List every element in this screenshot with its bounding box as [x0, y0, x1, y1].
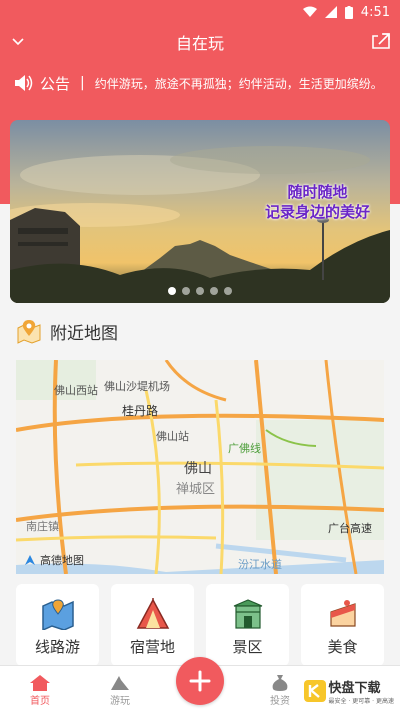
- status-bar: 4:51: [0, 0, 400, 24]
- share-icon[interactable]: [370, 31, 392, 53]
- map-pin-icon: [17, 320, 41, 344]
- carousel-dot[interactable]: [224, 287, 232, 295]
- gate-icon: [233, 599, 262, 629]
- map-label-chancheng: 禅城区: [176, 482, 216, 497]
- nav-label: 首页: [30, 696, 50, 707]
- banner-carousel[interactable]: 随时随地 记录身边的美好: [10, 120, 390, 303]
- announcement-bar[interactable]: 公告 | 约伴游玩，旅途不再孤独；约伴活动，生活更加缤纷。: [14, 70, 400, 96]
- category-label: 美食: [327, 638, 358, 656]
- category-label: 线路游: [34, 638, 80, 656]
- nearby-map-title: 附近地图: [50, 323, 118, 344]
- category-label: 景区: [232, 638, 263, 656]
- nav-play[interactable]: 游玩: [80, 666, 160, 711]
- carousel-indicators: [10, 287, 390, 295]
- cake-icon: [329, 600, 356, 627]
- watermark-text: 快盘下载: [328, 681, 381, 696]
- carousel-dot[interactable]: [210, 287, 218, 295]
- carousel-dot[interactable]: [196, 287, 204, 295]
- watermark-subtext: 最安全 · 更可靠 · 更高速: [328, 698, 394, 705]
- map-provider-logo: 高德地图: [24, 552, 84, 568]
- nav-home[interactable]: 首页: [0, 666, 80, 711]
- play-icon: [111, 676, 129, 690]
- battery-icon: [344, 5, 353, 19]
- category-scenic[interactable]: 景区: [206, 584, 289, 666]
- home-icon: [30, 675, 50, 691]
- nav-label: 游玩: [110, 696, 130, 707]
- map-logo-text: 高德地图: [40, 554, 84, 567]
- amap-logo-icon: [25, 555, 35, 565]
- header-bar: 自在玩: [0, 24, 400, 60]
- map-label-fs-station: 佛山站: [156, 430, 189, 443]
- chevron-down-icon[interactable]: [8, 32, 28, 52]
- banner-caption-line1: 随时随地: [287, 183, 348, 201]
- route-map-icon: [41, 599, 74, 630]
- page-title: 自在玩: [175, 34, 224, 53]
- map-label-foshan: 佛山: [184, 461, 212, 477]
- announcement-text: 约伴游玩，旅途不再孤独；约伴活动，生活更加缤纷。: [94, 76, 383, 91]
- carousel-dot[interactable]: [168, 287, 176, 295]
- watermark-logo-icon: [303, 680, 326, 702]
- wifi-icon: [302, 6, 317, 17]
- announcement-separator: |: [80, 75, 85, 91]
- map-label-guidan-road: 桂丹路: [122, 404, 159, 418]
- status-time: 4:51: [360, 4, 390, 20]
- category-camp[interactable]: 宿营地: [111, 584, 194, 666]
- speaker-icon: [15, 75, 33, 91]
- map-label-fenjiang: 汾江水道: [238, 558, 282, 571]
- nearby-map[interactable]: 佛山西站 佛山沙堤机场 桂丹路 佛山站 广佛线 佛山 禅城区 南庄镇 广台高速 …: [16, 360, 384, 574]
- map-label-guangtai: 广台高速: [328, 522, 372, 535]
- signal-icon: [324, 6, 337, 18]
- tent-icon: [136, 598, 169, 629]
- map-label-guangfo: 广佛线: [228, 442, 261, 455]
- banner-caption: 随时随地 记录身边的美好: [265, 182, 370, 222]
- category-food[interactable]: 美食: [301, 584, 384, 666]
- watermark: 快盘下载 最安全 · 更可靠 · 更高速: [303, 677, 394, 705]
- add-button[interactable]: [176, 657, 224, 705]
- banner-caption-line2: 记录身边的美好: [264, 203, 370, 221]
- map-label-fs-west: 佛山西站: [54, 384, 98, 397]
- money-bag-icon: [272, 675, 288, 691]
- announcement-label: 公告: [40, 74, 71, 93]
- category-route[interactable]: 线路游: [16, 584, 99, 666]
- category-grid: 线路游 宿营地 景区 美食: [16, 584, 384, 666]
- map-label-airport: 佛山沙堤机场: [104, 380, 170, 393]
- map-label-nanzhuang: 南庄镇: [26, 520, 59, 533]
- nav-label: 投资: [270, 696, 290, 707]
- plus-icon: [189, 670, 211, 692]
- nearby-map-header: 附近地图: [16, 316, 118, 346]
- category-label: 宿营地: [129, 638, 175, 656]
- carousel-dot[interactable]: [182, 287, 190, 295]
